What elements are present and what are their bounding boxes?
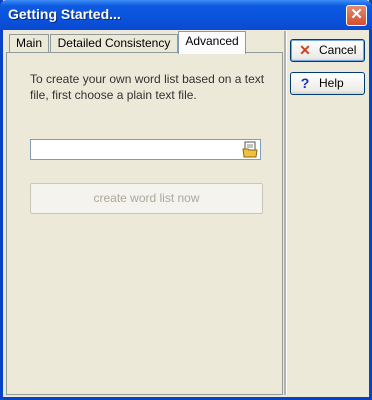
close-button[interactable]: ✕ — [346, 5, 367, 26]
question-mark-icon: ? — [300, 75, 310, 91]
vertical-divider — [284, 31, 287, 395]
tab-detailed-consistency[interactable]: Detailed Consistency — [50, 34, 178, 53]
tab-label: Advanced — [185, 34, 239, 48]
window-title: Getting Started... — [8, 6, 121, 22]
instructions-text: To create your own word list based on a … — [30, 72, 265, 102]
help-button[interactable]: ? Help — [290, 72, 365, 95]
create-word-list-button[interactable]: create word list now — [30, 183, 263, 214]
tab-advanced[interactable]: Advanced — [178, 31, 246, 54]
tab-label: Detailed Consistency — [57, 36, 171, 50]
advanced-tab-panel: To create your own word list based on a … — [6, 52, 283, 395]
cancel-label: Cancel — [319, 43, 357, 57]
create-word-list-label: create word list now — [93, 191, 200, 205]
cancel-button[interactable]: ✕ Cancel — [290, 39, 365, 62]
title-bar[interactable]: Getting Started... ✕ — [0, 0, 372, 30]
text-file-path-input[interactable] — [30, 139, 261, 160]
tab-main[interactable]: Main — [9, 34, 49, 53]
x-icon: ✕ — [299, 42, 311, 58]
folder-icon[interactable] — [242, 141, 259, 158]
tab-label: Main — [15, 36, 42, 50]
dialog-window: Getting Started... ✕ Main Detailed Consi… — [0, 0, 372, 400]
help-label: Help — [319, 76, 344, 90]
close-icon: ✕ — [350, 6, 363, 23]
